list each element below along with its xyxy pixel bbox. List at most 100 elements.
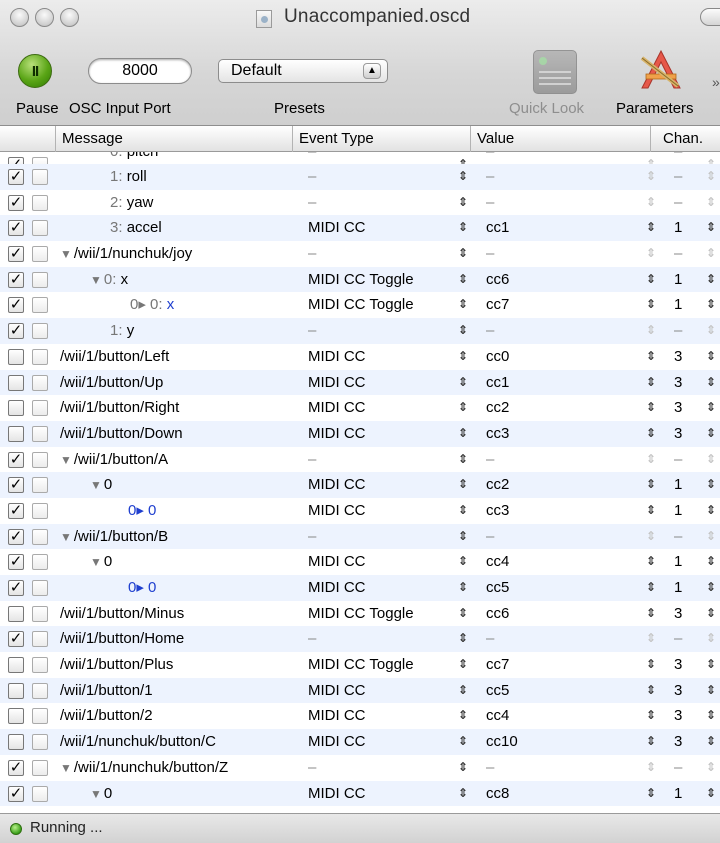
channel-cell[interactable]: 1 xyxy=(674,215,682,241)
event-type-cell[interactable]: MIDI CC xyxy=(308,575,366,601)
value-cell[interactable]: cc5 xyxy=(486,678,509,704)
secondary-checkbox[interactable] xyxy=(32,323,48,340)
header-event-type[interactable]: Event Type xyxy=(292,126,470,152)
message-cell[interactable]: ▼/wii/1/nunchuk/button/Z xyxy=(60,755,228,781)
channel-cell[interactable]: – xyxy=(674,164,682,190)
value-cell[interactable]: cc3 xyxy=(486,498,509,524)
value-stepper-icon[interactable]: ⇕ xyxy=(646,472,656,498)
channel-stepper-icon[interactable]: ⇕ xyxy=(706,447,716,473)
channel-stepper-icon[interactable]: ⇕ xyxy=(706,421,716,447)
enabled-checkbox[interactable]: ✓ xyxy=(8,502,24,519)
event-type-stepper-icon[interactable]: ⇕ xyxy=(458,626,468,652)
minimize-button[interactable] xyxy=(35,8,54,27)
channel-cell[interactable]: 1 xyxy=(674,781,682,807)
event-type-stepper-icon[interactable]: ⇕ xyxy=(458,678,468,704)
value-cell[interactable]: cc10 xyxy=(486,729,518,755)
enabled-checkbox[interactable] xyxy=(8,734,24,751)
enabled-checkbox[interactable]: ✓ xyxy=(8,194,24,211)
message-cell[interactable]: /wii/1/button/1 xyxy=(60,678,153,704)
enabled-checkbox[interactable]: ✓ xyxy=(8,785,24,802)
event-type-stepper-icon[interactable]: ⇕ xyxy=(458,498,468,524)
value-cell[interactable]: – xyxy=(486,241,494,267)
secondary-checkbox[interactable] xyxy=(32,631,48,648)
enabled-checkbox[interactable] xyxy=(8,708,24,725)
table-row[interactable]: /wii/1/button/Minus MIDI CC Toggle ⇕ cc6 ⇕ 3 ⇕ xyxy=(0,601,720,627)
table-row[interactable]: ✓ ▼/wii/1/button/A – ⇕ – ⇕ – ⇕ xyxy=(0,447,720,473)
secondary-checkbox[interactable] xyxy=(32,657,48,674)
enabled-checkbox[interactable] xyxy=(8,348,24,365)
event-type-stepper-icon[interactable]: ⇕ xyxy=(458,729,468,755)
channel-cell[interactable]: – xyxy=(674,755,682,781)
secondary-checkbox[interactable] xyxy=(32,528,48,545)
event-type-stepper-icon[interactable]: ⇕ xyxy=(458,215,468,241)
table-row[interactable]: ✓ 0▸ 0 MIDI CC ⇕ cc5 ⇕ 1 ⇕ xyxy=(0,575,720,601)
enabled-checkbox[interactable]: ✓ xyxy=(8,169,24,185)
channel-stepper-icon[interactable]: ⇕ xyxy=(706,703,716,729)
disclosure-triangle-icon[interactable]: ▼ xyxy=(90,478,102,492)
channel-cell[interactable]: 1 xyxy=(674,292,682,318)
value-cell[interactable]: – xyxy=(486,447,494,473)
enabled-checkbox[interactable]: ✓ xyxy=(8,323,24,340)
value-cell[interactable]: – xyxy=(486,152,494,165)
header-chan[interactable]: Chan. xyxy=(650,126,720,152)
value-cell[interactable]: cc1 xyxy=(486,215,509,241)
event-type-stepper-icon[interactable]: ⇕ xyxy=(458,164,468,190)
value-cell[interactable]: cc0 xyxy=(486,344,509,370)
event-type-cell[interactable]: MIDI CC xyxy=(308,215,366,241)
secondary-checkbox[interactable] xyxy=(32,374,48,391)
disclosure-triangle-icon[interactable]: ▼ xyxy=(60,453,72,467)
value-cell[interactable]: cc2 xyxy=(486,395,509,421)
event-type-stepper-icon[interactable]: ⇕ xyxy=(458,703,468,729)
channel-stepper-icon[interactable]: ⇕ xyxy=(706,575,716,601)
event-type-cell[interactable]: MIDI CC xyxy=(308,781,366,807)
message-cell[interactable]: 3: accel xyxy=(110,215,162,241)
event-type-cell[interactable]: MIDI CC xyxy=(308,395,366,421)
value-stepper-icon[interactable]: ⇕ xyxy=(646,729,656,755)
disclosure-triangle-icon[interactable]: ▼ xyxy=(60,761,72,775)
event-type-stepper-icon[interactable]: ⇕ xyxy=(458,549,468,575)
table-row[interactable]: /wii/1/button/2 MIDI CC ⇕ cc4 ⇕ 3 ⇕ xyxy=(0,703,720,729)
channel-cell[interactable]: – xyxy=(674,190,682,216)
toolbar-toggle-button[interactable] xyxy=(700,8,720,26)
value-cell[interactable]: cc6 xyxy=(486,601,509,627)
channel-stepper-icon[interactable]: ⇕ xyxy=(706,678,716,704)
quick-look-icon[interactable] xyxy=(533,50,577,94)
event-type-stepper-icon[interactable]: ⇕ xyxy=(458,524,468,550)
channel-cell[interactable]: – xyxy=(674,318,682,344)
message-cell[interactable]: 0▸ 0 xyxy=(128,498,156,524)
table-row[interactable]: ✓ ▼/wii/1/nunchuk/joy – ⇕ – ⇕ – ⇕ xyxy=(0,241,720,267)
channel-cell[interactable]: 3 xyxy=(674,703,682,729)
table-row[interactable]: ✓ 3: accel MIDI CC ⇕ cc1 ⇕ 1 ⇕ xyxy=(0,215,720,242)
disclosure-triangle-icon[interactable]: ▼ xyxy=(90,787,102,801)
value-stepper-icon[interactable]: ⇕ xyxy=(646,421,656,447)
secondary-checkbox[interactable] xyxy=(32,682,48,699)
enabled-checkbox[interactable]: ✓ xyxy=(8,759,24,776)
table-row[interactable]: ✓ ▼ 0 MIDI CC ⇕ cc8 ⇕ 1 ⇕ xyxy=(0,780,720,807)
table-row[interactable]: ✓/wii/1/button/Home – ⇕ – ⇕ – ⇕ xyxy=(0,626,720,653)
channel-stepper-icon[interactable]: ⇕ xyxy=(706,755,716,781)
channel-stepper-icon[interactable]: ⇕ xyxy=(706,524,716,550)
channel-cell[interactable]: 1 xyxy=(674,549,682,575)
channel-cell[interactable]: 3 xyxy=(674,370,682,396)
enabled-checkbox[interactable]: ✓ xyxy=(8,246,24,263)
channel-stepper-icon[interactable]: ⇕ xyxy=(706,190,716,216)
event-type-cell[interactable]: MIDI CC xyxy=(308,703,366,729)
value-stepper-icon[interactable]: ⇕ xyxy=(646,755,656,781)
channel-stepper-icon[interactable]: ⇕ xyxy=(706,370,716,396)
message-cell[interactable]: /wii/1/button/Left xyxy=(60,344,169,370)
event-type-stepper-icon[interactable]: ⇕ xyxy=(458,267,468,293)
value-stepper-icon[interactable]: ⇕ xyxy=(646,652,656,678)
message-cell[interactable]: /wii/1/nunchuk/button/C xyxy=(60,729,216,755)
channel-cell[interactable]: 3 xyxy=(674,729,682,755)
disclosure-triangle-icon[interactable]: ▼ xyxy=(90,555,102,569)
message-cell[interactable]: ▼/wii/1/nunchuk/joy xyxy=(60,241,192,267)
channel-stepper-icon[interactable]: ⇕ xyxy=(706,781,716,807)
pause-button[interactable]: II xyxy=(18,54,52,88)
event-type-stepper-icon[interactable]: ⇕ xyxy=(458,395,468,421)
event-type-cell[interactable]: – xyxy=(308,164,316,190)
value-stepper-icon[interactable]: ⇕ xyxy=(646,703,656,729)
message-cell[interactable]: ▼ 0: x xyxy=(90,267,128,293)
message-cell[interactable]: 2: yaw xyxy=(110,190,153,216)
secondary-checkbox[interactable] xyxy=(32,759,48,776)
event-type-cell[interactable]: MIDI CC xyxy=(308,498,366,524)
